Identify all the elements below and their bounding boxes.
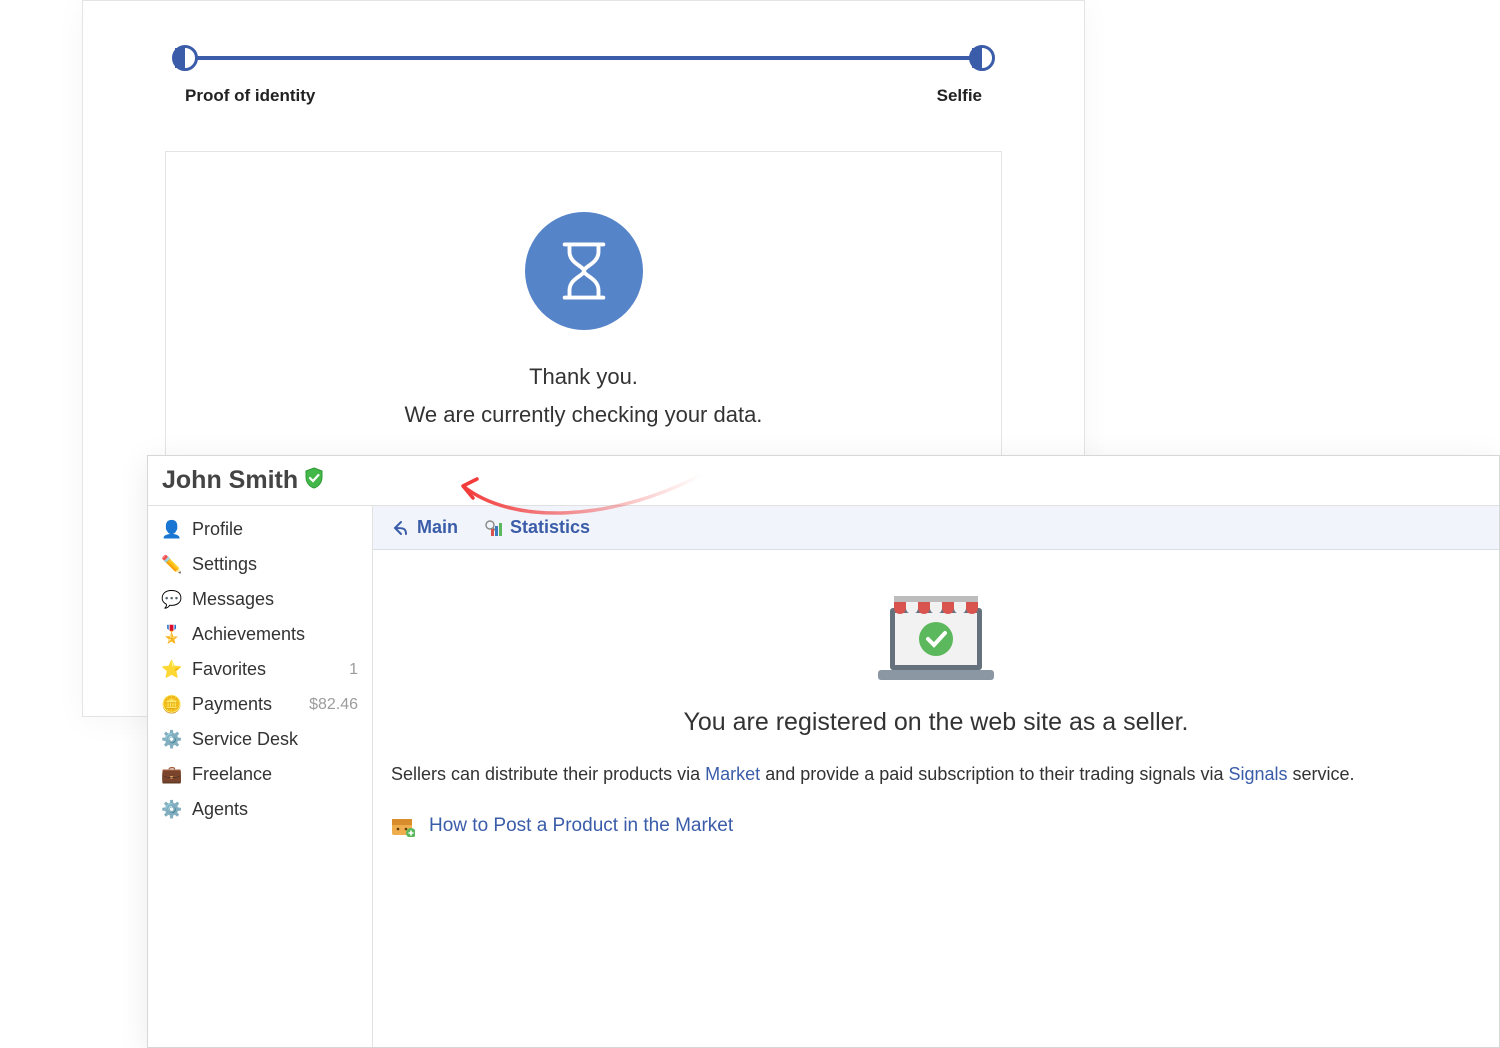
- star-icon: ⭐: [162, 660, 182, 680]
- profile-header: John Smith: [148, 456, 1499, 506]
- tab-label: Statistics: [510, 517, 590, 538]
- sidebar-item-agents[interactable]: ⚙️ Agents: [148, 792, 372, 827]
- tabs-bar: Main Statistics: [373, 506, 1499, 550]
- sidebar-item-label: Achievements: [192, 624, 305, 645]
- hourglass-icon: [525, 212, 643, 330]
- progress-label-identity: Proof of identity: [185, 86, 315, 106]
- sidebar-item-favorites[interactable]: ⭐ Favorites 1: [148, 652, 372, 687]
- pencil-icon: ✏️: [162, 555, 182, 575]
- sidebar-item-label: Favorites: [192, 659, 266, 680]
- bar-chart-icon: [484, 519, 502, 537]
- sidebar-item-achievements[interactable]: 🎖️ Achievements: [148, 617, 372, 652]
- sidebar-item-label: Settings: [192, 554, 257, 575]
- sidebar-item-profile[interactable]: 👤 Profile: [148, 512, 372, 547]
- sidebar-item-freelance[interactable]: 💼 Freelance: [148, 757, 372, 792]
- seller-desc-text: Sellers can distribute their products vi…: [391, 764, 705, 784]
- sidebar-item-messages[interactable]: 💬 Messages: [148, 582, 372, 617]
- progress-step-selfie: [969, 45, 995, 71]
- gear-icon: ⚙️: [162, 730, 182, 750]
- status-line-2: We are currently checking your data.: [166, 402, 1001, 428]
- sidebar-item-label: Freelance: [192, 764, 272, 785]
- seller-desc-text: and provide a paid subscription to their…: [765, 764, 1228, 784]
- store-illustration: [870, 586, 1002, 686]
- coins-icon: 🪙: [162, 695, 182, 715]
- sidebar-item-label: Service Desk: [192, 729, 298, 750]
- sidebar-item-settings[interactable]: ✏️ Settings: [148, 547, 372, 582]
- sidebar-item-label: Profile: [192, 519, 243, 540]
- back-arrow-icon: [391, 519, 409, 537]
- bubbles-icon: 💬: [162, 590, 182, 610]
- favorites-count: 1: [349, 661, 358, 679]
- progress-step-identity: [172, 45, 198, 71]
- market-box-icon: [391, 815, 415, 837]
- seller-headline: You are registered on the web site as a …: [391, 708, 1481, 737]
- progress-bar: Proof of identity Selfie: [185, 56, 982, 106]
- sidebar-item-label: Agents: [192, 799, 248, 820]
- payments-balance: $82.46: [309, 696, 358, 714]
- tab-statistics[interactable]: Statistics: [484, 517, 590, 538]
- tab-label: Main: [417, 517, 458, 538]
- howto-post-product-link[interactable]: How to Post a Product in the Market: [391, 815, 1481, 837]
- cog-icon: ⚙️: [162, 800, 182, 820]
- seller-desc-text: service.: [1293, 764, 1355, 784]
- verified-shield-icon: [304, 467, 324, 494]
- profile-panel: John Smith 👤 Profile: [147, 455, 1500, 1048]
- person-icon: 👤: [162, 520, 182, 540]
- seller-description: Sellers can distribute their products vi…: [391, 761, 1481, 789]
- briefcase-icon: 💼: [162, 765, 182, 785]
- medal-icon: 🎖️: [162, 625, 182, 645]
- progress-label-selfie: Selfie: [937, 86, 982, 106]
- sidebar: 👤 Profile ✏️ Settings 💬 Messages 🎖️ Achi…: [148, 506, 373, 1047]
- sidebar-item-label: Payments: [192, 694, 272, 715]
- seller-main-content: You are registered on the web site as a …: [373, 550, 1499, 1047]
- status-line-1: Thank you.: [166, 364, 1001, 390]
- howto-link-label: How to Post a Product in the Market: [429, 815, 733, 837]
- sidebar-item-payments[interactable]: 🪙 Payments $82.46: [148, 687, 372, 722]
- profile-user-name: John Smith: [162, 466, 298, 495]
- market-link[interactable]: Market: [705, 764, 760, 784]
- tab-main[interactable]: Main: [391, 517, 458, 538]
- signals-link[interactable]: Signals: [1228, 764, 1287, 784]
- sidebar-item-servicedesk[interactable]: ⚙️ Service Desk: [148, 722, 372, 757]
- sidebar-item-label: Messages: [192, 589, 274, 610]
